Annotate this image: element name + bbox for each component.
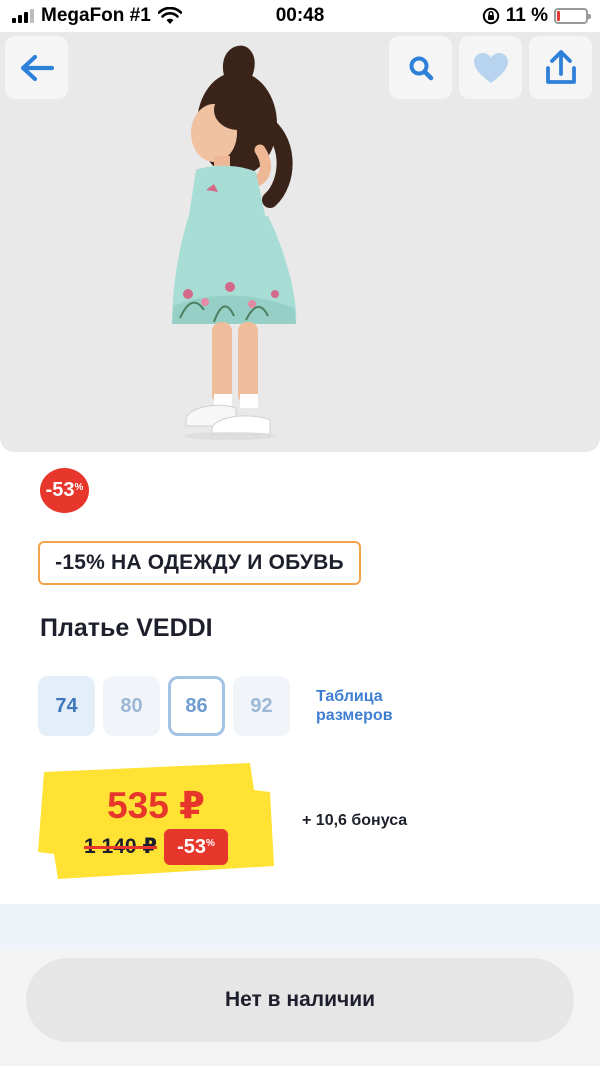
status-right: 11 % bbox=[482, 5, 591, 27]
status-left: MegaFon #1 bbox=[12, 5, 182, 27]
size-option-86[interactable]: 86 bbox=[168, 676, 225, 736]
search-icon bbox=[409, 56, 433, 80]
out-of-stock-button[interactable]: Нет в наличии bbox=[26, 958, 574, 1042]
price-discount-badge: -53% bbox=[164, 829, 228, 865]
price-discount-unit: % bbox=[206, 838, 215, 849]
current-price: 535 ₽ bbox=[107, 785, 205, 826]
size-table-link[interactable]: Таблица размеров bbox=[316, 687, 416, 725]
promo-label[interactable]: -15% НА ОДЕЖДУ И ОБУВЬ bbox=[38, 541, 361, 585]
battery-icon bbox=[554, 8, 591, 24]
share-button[interactable] bbox=[529, 36, 592, 99]
back-button[interactable] bbox=[5, 36, 68, 99]
battery-percent: 11 % bbox=[505, 5, 548, 26]
product-title: Платье VEDDI bbox=[40, 614, 213, 642]
carrier-name: MegaFon #1 bbox=[41, 5, 151, 26]
heart-icon bbox=[473, 52, 508, 83]
battery-level bbox=[557, 11, 561, 21]
cell-signal-icon bbox=[12, 9, 34, 23]
bonus-text: + 10,6 бонуса bbox=[302, 812, 408, 829]
size-option-80[interactable]: 80 bbox=[103, 676, 160, 736]
discount-badge: -53% bbox=[40, 468, 89, 513]
size-option-74[interactable]: 74 bbox=[38, 676, 95, 736]
wifi-icon bbox=[157, 7, 182, 24]
price-discount-value: -53 bbox=[177, 835, 206, 858]
old-price: 1 140 ₽ bbox=[84, 835, 157, 858]
section-divider bbox=[0, 904, 600, 950]
discount-badge-unit: % bbox=[74, 482, 84, 493]
arrow-left-icon bbox=[20, 54, 54, 81]
size-option-92[interactable]: 92 bbox=[233, 676, 290, 736]
favorite-button[interactable] bbox=[459, 36, 522, 99]
status-bar: MegaFon #1 00:48 11 % bbox=[0, 0, 600, 32]
discount-badge-value: -53 bbox=[45, 479, 75, 501]
product-image[interactable] bbox=[0, 32, 600, 452]
price-block: 535 ₽ 1 140 ₽ -53% bbox=[38, 762, 274, 880]
share-icon bbox=[545, 49, 576, 84]
orientation-lock-icon bbox=[482, 7, 499, 25]
search-button[interactable] bbox=[389, 36, 452, 99]
size-selector: 74 80 86 92 Таблица размеров bbox=[38, 676, 416, 736]
